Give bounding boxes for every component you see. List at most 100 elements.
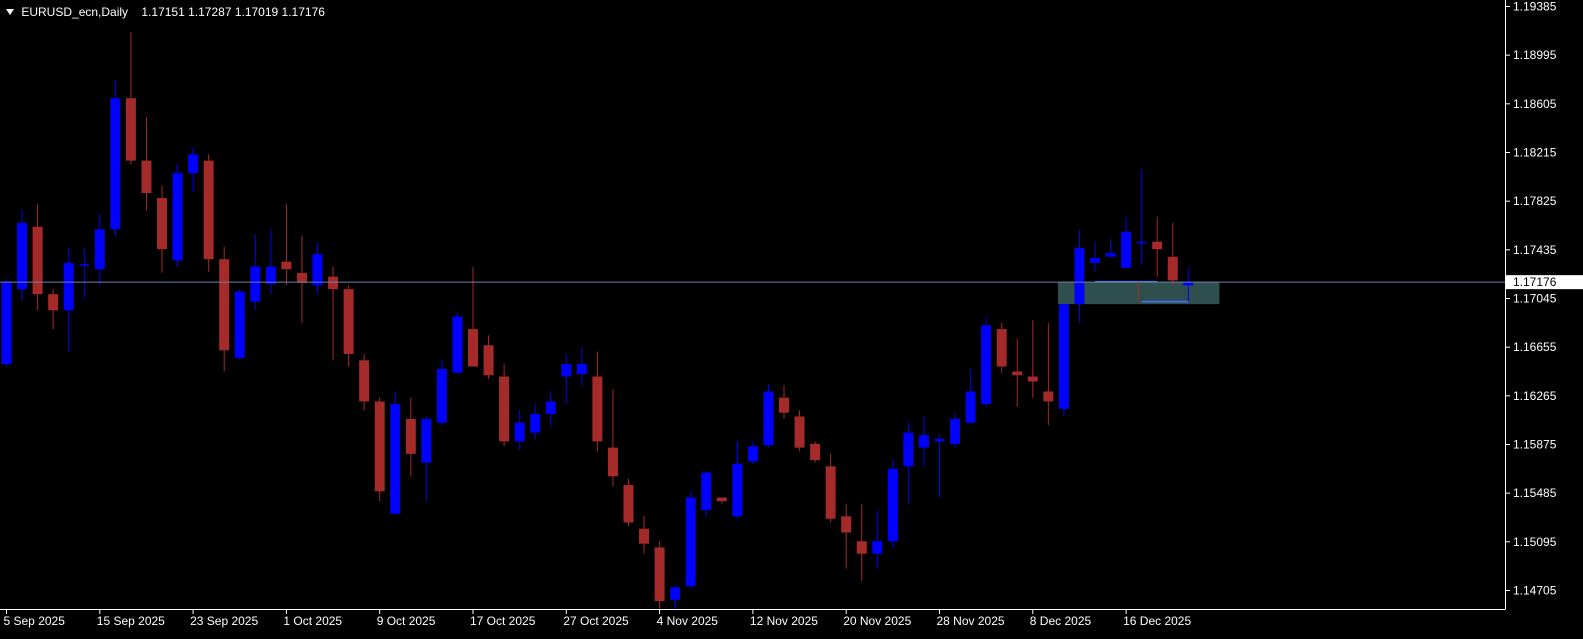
y-tick-label: 1.14705	[1513, 584, 1557, 598]
candle-body	[312, 254, 323, 286]
candle	[17, 210, 28, 301]
candle-body	[343, 289, 354, 355]
x-tick-label: 12 Nov 2025	[750, 614, 818, 628]
candle-body	[639, 528, 650, 544]
candle-body	[499, 376, 510, 442]
y-tick-label: 1.15095	[1513, 535, 1557, 549]
x-tick-label: 5 Sep 2025	[4, 614, 66, 628]
candle	[623, 478, 634, 527]
candle-body	[234, 291, 245, 358]
candle-body	[996, 329, 1007, 367]
candle-body	[1121, 231, 1132, 268]
price-chart[interactable]: 1.19385 1.18995 1.18605 1.18215 1.17825 1.174…	[0, 0, 1583, 639]
candle-body	[576, 364, 587, 374]
candle-body	[545, 401, 556, 414]
candle-body	[125, 98, 136, 161]
ohlc-values: 1.17151 1.17287 1.17019 1.17176	[141, 4, 325, 19]
candle-body	[203, 160, 214, 260]
candle-body	[530, 413, 541, 433]
candle-body	[374, 401, 385, 492]
candle-body	[328, 276, 339, 290]
y-tick-label: 1.17045	[1513, 292, 1557, 306]
candle	[701, 472, 712, 517]
y-tick-label: 1.17435	[1513, 243, 1557, 257]
candle-body	[841, 516, 852, 533]
current-price-tag-label: 1.17176	[1513, 275, 1557, 289]
x-tick-label: 20 Nov 2025	[843, 614, 911, 628]
candle-body	[48, 294, 59, 311]
y-tick-label: 1.18215	[1513, 146, 1557, 160]
candle-body	[390, 403, 401, 514]
candle-body	[981, 325, 992, 404]
candle-body	[17, 223, 28, 290]
candle	[654, 541, 665, 609]
candle-body	[110, 98, 121, 230]
candle	[996, 322, 1007, 373]
candle-body	[965, 391, 976, 423]
y-tick-label: 1.19385	[1513, 0, 1557, 14]
candle-body	[670, 587, 681, 600]
candle	[1058, 304, 1069, 417]
candle-body	[1167, 256, 1178, 281]
candle	[950, 413, 961, 448]
candle-body	[592, 376, 603, 442]
candle-body	[483, 345, 494, 376]
candle-body	[1, 281, 12, 365]
candle-body	[1012, 371, 1023, 376]
y-tick-label: 1.18995	[1513, 48, 1557, 62]
candle-body	[716, 497, 727, 502]
x-tick-label: 1 Oct 2025	[283, 614, 342, 628]
candle-body	[810, 443, 821, 461]
candle-body	[265, 266, 276, 285]
candle-body	[950, 418, 961, 444]
candle-body	[421, 418, 432, 463]
candle-body	[514, 422, 525, 442]
candle-body	[468, 329, 478, 367]
x-tick-label: 15 Sep 2025	[97, 614, 165, 628]
candle-body	[141, 160, 152, 194]
candle-body	[1027, 376, 1038, 382]
x-tick-label: 27 Oct 2025	[563, 614, 629, 628]
candle-body	[779, 397, 789, 413]
candle	[203, 154, 214, 272]
candle	[685, 491, 696, 589]
candle-body	[359, 360, 370, 402]
chart-header: EURUSD_ecn,Daily 1.17151 1.17287 1.17019…	[6, 4, 325, 19]
x-tick-label: 4 Nov 2025	[657, 614, 719, 628]
candle-body	[794, 416, 805, 448]
candle-body	[763, 391, 774, 446]
y-tick-label: 1.15485	[1513, 486, 1557, 500]
candle-body	[685, 497, 696, 587]
candle	[763, 383, 774, 448]
symbol-label: EURUSD_ecn,Daily	[21, 4, 129, 19]
menu-triangle-icon[interactable]	[6, 8, 14, 15]
candle-body	[452, 316, 463, 373]
candle-body	[436, 369, 447, 423]
candle-body	[607, 447, 618, 477]
candle-body	[250, 266, 261, 302]
candle	[436, 360, 447, 426]
y-tick-label: 1.17825	[1513, 194, 1557, 208]
candle	[234, 289, 245, 361]
candle-body	[654, 547, 665, 602]
candle-body	[79, 264, 90, 266]
candle-body	[1136, 241, 1147, 244]
candle-body	[1152, 241, 1163, 250]
y-tick-label: 1.15875	[1513, 438, 1557, 452]
candle-body	[561, 364, 572, 377]
candle-body	[732, 463, 743, 517]
candle-body	[94, 229, 105, 270]
candle	[810, 441, 821, 463]
candle-body	[856, 541, 867, 554]
x-tick-label: 28 Nov 2025	[937, 614, 1005, 628]
y-tick-label: 1.18605	[1513, 97, 1557, 111]
x-tick-label: 17 Oct 2025	[470, 614, 536, 628]
y-tick-label: 1.16265	[1513, 389, 1557, 403]
candle	[172, 164, 183, 267]
candle-body	[63, 262, 74, 311]
candle-body	[172, 173, 183, 261]
candle-body	[903, 432, 914, 467]
candle-body	[1090, 257, 1100, 263]
candle-body	[1043, 391, 1054, 402]
candle-body	[32, 226, 43, 295]
